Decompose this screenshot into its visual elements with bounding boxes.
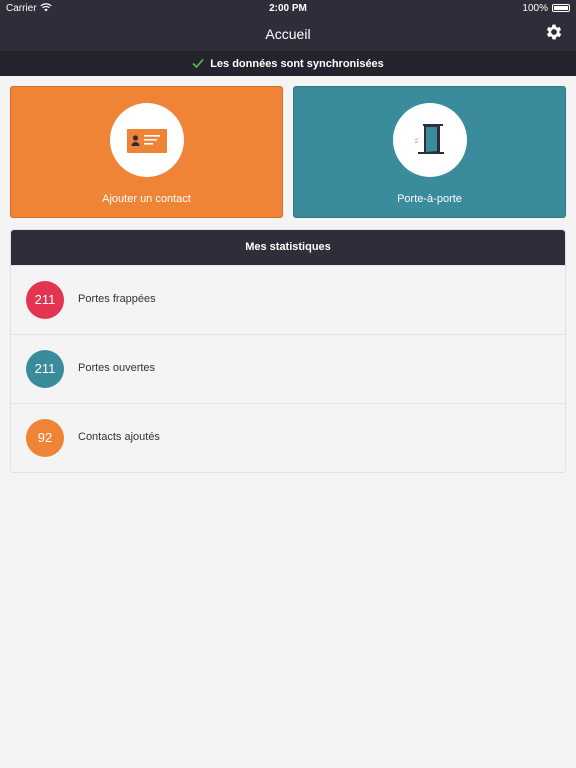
page-title: Accueil xyxy=(265,26,311,42)
contact-card-icon xyxy=(127,129,167,153)
stat-row-doors-opened[interactable]: 211 Portes ouvertes xyxy=(11,334,565,403)
battery-percent: 100% xyxy=(522,3,548,14)
door-icon xyxy=(414,124,444,154)
sync-banner: Les données sont synchronisées xyxy=(0,51,576,76)
stat-label: Portes ouvertes xyxy=(78,362,156,374)
gear-icon[interactable] xyxy=(544,22,564,42)
stat-label: Contacts ajoutés xyxy=(78,431,160,443)
status-bar: Carrier 2:00 PM 100% xyxy=(0,0,576,16)
battery-icon xyxy=(552,4,570,12)
stat-value-badge: 211 xyxy=(26,350,64,388)
stat-row-contacts-added[interactable]: 92 Contacts ajoutés xyxy=(11,403,565,472)
door-to-door-label: Porte-à-porte xyxy=(397,193,462,205)
clock: 2:00 PM xyxy=(269,3,307,14)
stats-card: Mes statistiques 211 Portes frappées 211… xyxy=(10,229,566,473)
stats-title: Mes statistiques xyxy=(11,230,565,265)
door-to-door-button[interactable]: Porte-à-porte xyxy=(293,86,566,218)
stat-label: Portes frappées xyxy=(78,293,156,305)
icon-circle xyxy=(393,103,467,177)
sync-message: Les données sont synchronisées xyxy=(210,58,384,70)
stat-row-doors-knocked[interactable]: 211 Portes frappées xyxy=(11,265,565,334)
stat-value-badge: 92 xyxy=(26,419,64,457)
stat-value-badge: 211 xyxy=(26,281,64,319)
add-contact-button[interactable]: Ajouter un contact xyxy=(10,86,283,218)
add-contact-label: Ajouter un contact xyxy=(102,193,191,205)
check-icon xyxy=(192,57,204,69)
icon-circle xyxy=(110,103,184,177)
top-bar: Carrier 2:00 PM 100% Accueil xyxy=(0,0,576,51)
